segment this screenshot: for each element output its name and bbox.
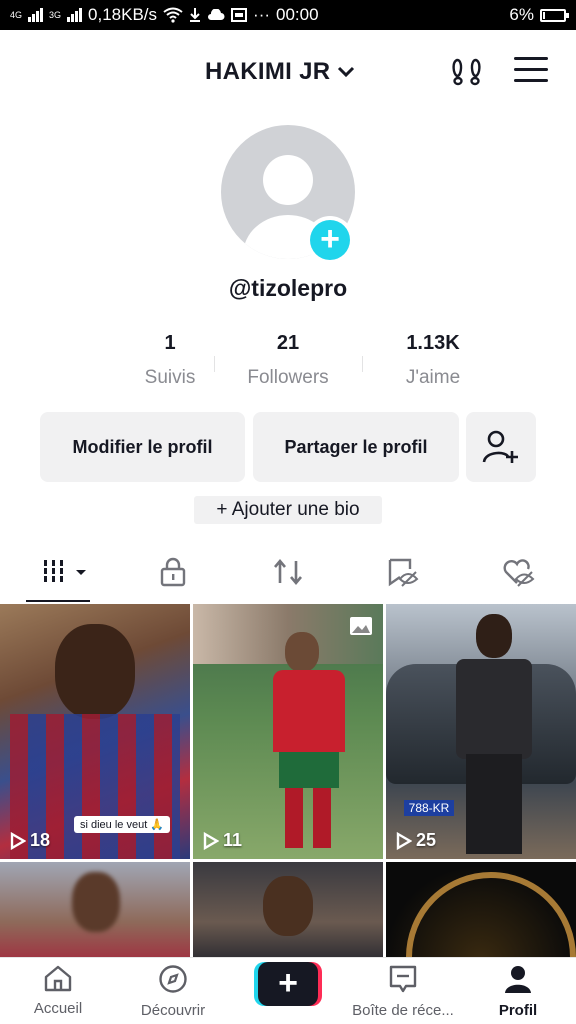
followers-label: Followers: [247, 367, 329, 388]
wifi-icon: [163, 7, 183, 23]
play-count: 18: [10, 830, 50, 851]
likes-count: 1.13K: [406, 332, 460, 354]
lock-icon: [160, 557, 186, 587]
play-count-value: 25: [416, 830, 437, 850]
add-user-icon: [482, 430, 518, 463]
clock: 00:00: [276, 5, 319, 24]
active-tab-indicator: [26, 600, 90, 602]
tab-liked[interactable]: [488, 552, 548, 592]
calendar-icon: [231, 8, 248, 22]
download-icon: [190, 8, 201, 22]
add-photo-button[interactable]: +: [306, 216, 354, 264]
nav-inbox[interactable]: Boîte de réce...: [343, 964, 463, 1019]
battery-percent: 6%: [509, 5, 534, 24]
signal-icon-2: [67, 8, 83, 22]
add-bio-button[interactable]: + Ajouter une bio: [194, 496, 382, 524]
share-profile-button[interactable]: Partager le profil: [253, 412, 459, 482]
edit-profile-button[interactable]: Modifier le profil: [40, 412, 245, 482]
footprints-icon[interactable]: [450, 54, 484, 88]
video-thumbnail[interactable]: 788-KR 25: [386, 604, 576, 859]
tab-saved[interactable]: [373, 552, 433, 592]
nav-profile[interactable]: Profil: [458, 964, 576, 1019]
video-thumbnail[interactable]: si dieu le veut 🙏 18: [0, 604, 190, 859]
play-count-value: 18: [30, 830, 51, 850]
bookmark-hidden-icon: [388, 558, 419, 587]
account-switcher[interactable]: HAKIMI JR: [205, 58, 356, 86]
plus-icon: +: [310, 220, 350, 260]
photo-icon: [350, 617, 372, 635]
create-button[interactable]: +: [254, 962, 322, 1006]
grid-icon: [44, 560, 86, 582]
network-label-2: 3G: [49, 9, 62, 20]
repost-icon: [274, 558, 302, 586]
page-title: HAKIMI JR: [205, 58, 331, 85]
likes-stat[interactable]: 1.13K J'aime: [358, 332, 508, 389]
followers-count: 21: [276, 332, 300, 354]
heart-hidden-icon: [503, 559, 535, 587]
nav-discover-label: Découvrir: [140, 1002, 206, 1019]
menu-icon[interactable]: [514, 57, 548, 85]
home-icon: [44, 965, 72, 992]
status-bar: 4G 3G 0,18KB/s ··· 00:00 6%: [0, 0, 576, 30]
network-speed: 0,18KB/s: [88, 5, 158, 24]
username: @tizolepro: [228, 275, 348, 301]
profile-header: HAKIMI JR: [0, 30, 576, 110]
battery-icon: [540, 8, 569, 22]
followers-stat[interactable]: 21 Followers: [213, 332, 363, 389]
play-count-value: 11: [223, 830, 243, 850]
license-plate: 788-KR: [404, 800, 454, 816]
network-label-1: 4G: [10, 9, 23, 20]
profile-icon: [505, 966, 531, 993]
content-tabs: [0, 552, 576, 602]
more-notifications-icon: ···: [253, 5, 271, 24]
video-thumbnail[interactable]: [386, 862, 576, 962]
play-count: 11: [203, 830, 242, 851]
play-icon: [203, 831, 219, 850]
nav-home-label: Accueil: [33, 1000, 83, 1017]
nav-inbox-label: Boîte de réce...: [352, 1002, 454, 1019]
video-caption: si dieu le veut 🙏: [74, 816, 171, 833]
tab-private[interactable]: [143, 552, 203, 592]
video-thumbnail[interactable]: 11: [193, 604, 383, 859]
chevron-down-icon: [338, 66, 355, 78]
nav-discover[interactable]: Découvrir: [113, 964, 233, 1019]
tab-videos[interactable]: [30, 552, 90, 592]
play-icon: [10, 831, 26, 850]
video-thumbnail[interactable]: [0, 862, 190, 962]
cloud-icon: [208, 9, 225, 20]
inbox-icon: [389, 965, 417, 993]
plus-icon: +: [258, 962, 318, 1006]
nav-home[interactable]: Accueil: [0, 964, 118, 1017]
bottom-navigation: Accueil Découvrir + Boîte de réce... Pro…: [0, 957, 576, 1024]
tab-reposts[interactable]: [258, 552, 318, 592]
play-icon: [396, 831, 412, 850]
add-friends-button[interactable]: [466, 412, 536, 482]
signal-icon: [28, 8, 44, 22]
compass-icon: [159, 965, 187, 993]
video-thumbnail[interactable]: [193, 862, 383, 962]
play-count: 25: [396, 830, 436, 851]
likes-label: J'aime: [405, 367, 461, 388]
nav-profile-label: Profil: [498, 1002, 538, 1019]
